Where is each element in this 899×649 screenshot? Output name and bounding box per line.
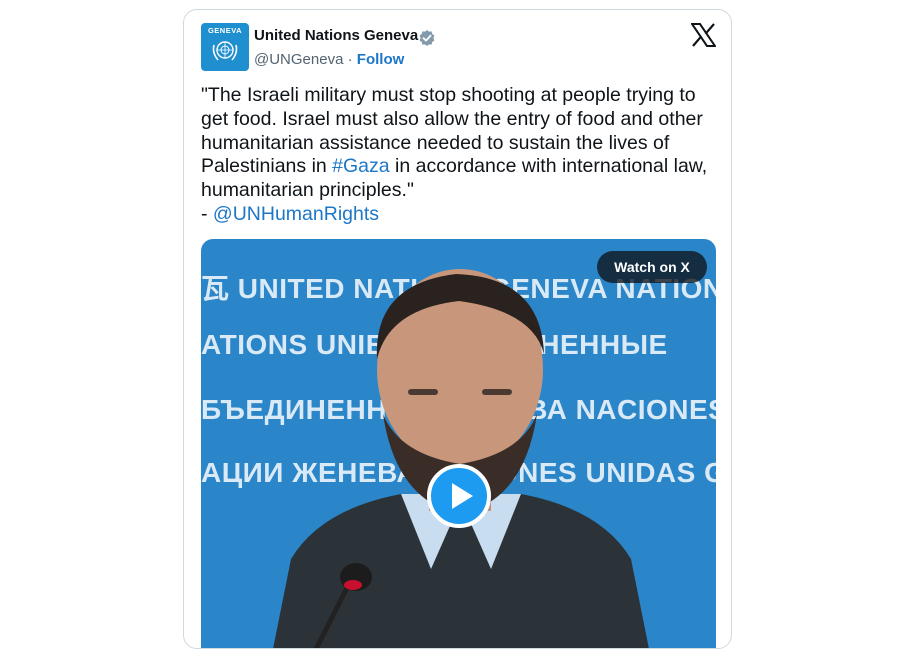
- video-media[interactable]: 瓦 UNITED NATIONS GENEVA NATIONS ATIONS U…: [201, 239, 716, 648]
- account-handle[interactable]: @UNGeneva: [254, 51, 343, 68]
- mention-link[interactable]: @UNHumanRights: [213, 203, 379, 225]
- x-logo-icon[interactable]: [691, 23, 716, 47]
- play-icon: [452, 483, 473, 509]
- account-name[interactable]: United Nations Geneva: [254, 27, 418, 44]
- follow-button[interactable]: Follow: [357, 51, 405, 68]
- hashtag-link[interactable]: #Gaza: [332, 155, 389, 177]
- watch-on-x-button[interactable]: Watch on X: [597, 251, 707, 283]
- separator-dot: ·: [347, 51, 353, 68]
- play-button[interactable]: [427, 464, 491, 528]
- verified-badge-icon: [419, 30, 435, 46]
- account-avatar[interactable]: GENEVA: [201, 23, 249, 71]
- un-emblem-icon: [212, 41, 238, 61]
- speaker-figure: [273, 269, 649, 648]
- avatar-label: GENEVA: [207, 26, 243, 35]
- embedded-tweet-card: GENEVA United Nations Geneva @UNGeneva ·…: [183, 9, 732, 649]
- tweet-body: "The Israeli military must stop shooting…: [201, 84, 721, 227]
- attribution-dash: -: [201, 202, 213, 225]
- handle-row: @UNGeneva · Follow: [254, 51, 404, 68]
